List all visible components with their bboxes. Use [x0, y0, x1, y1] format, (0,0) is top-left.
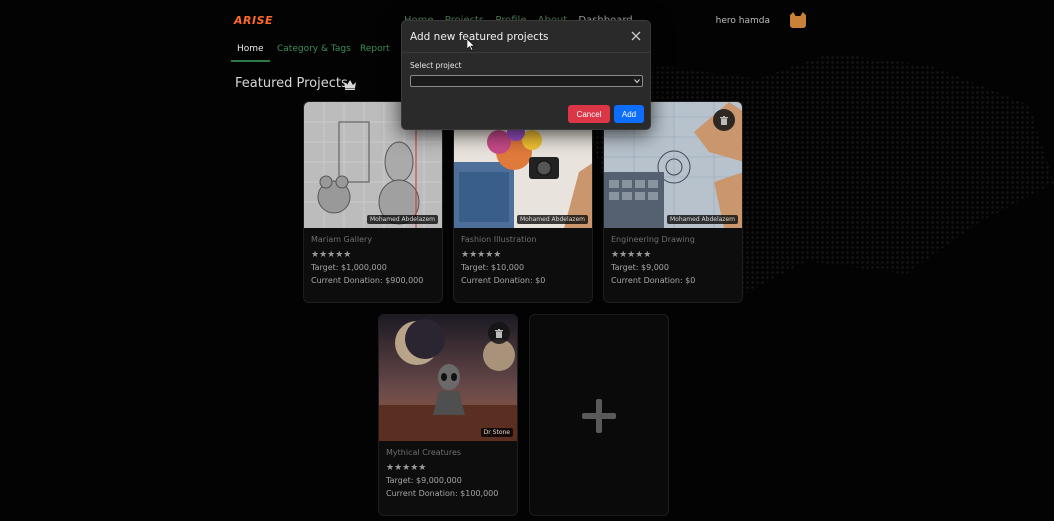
crown-icon [344, 80, 356, 90]
project-name: Engineering Drawing [611, 235, 695, 244]
project-target: Target: $10,000 [461, 263, 525, 272]
project-name: Fashion Illustration [461, 235, 537, 244]
project-target: Target: $1,000,000 [311, 263, 387, 272]
project-author: Mohamed Abdelazem [516, 215, 588, 224]
project-target: Target: $9,000 [611, 263, 669, 272]
project-author: Mohamed Abdelazem [666, 215, 738, 224]
project-donation: Current Donation: $100,000 [386, 489, 499, 498]
select-project-label: Select project [410, 61, 462, 70]
delete-button[interactable] [713, 109, 735, 131]
logo[interactable]: ARISE [234, 14, 273, 27]
avatar[interactable] [790, 12, 806, 28]
tab-report[interactable]: Report [360, 44, 390, 54]
add-button[interactable]: Add [614, 105, 644, 123]
cancel-button[interactable]: Cancel [568, 105, 610, 123]
plus-icon [582, 399, 616, 433]
project-name: Mythical Creatures [386, 448, 462, 457]
project-author: Mohamed Abdelazem [366, 215, 438, 224]
add-featured-modal: Add new featured projects Select project… [401, 20, 651, 130]
project-card-engineering-drawing[interactable]: Mohamed Abdelazem Engineering Drawing ★★… [603, 101, 743, 303]
project-card-fashion-illustration[interactable]: Mohamed Abdelazem Fashion Illustration ★… [453, 101, 593, 303]
page: ARISE Home Projects Profile About Dashbo… [0, 0, 1054, 521]
mouse-cursor-icon [467, 39, 475, 51]
project-card-mythical-creatures[interactable]: Dr Stone Mythical Creatures ★★★★★ Target… [378, 314, 518, 516]
rating-stars: ★★★★★ [311, 250, 352, 260]
rating-stars: ★★★★★ [386, 463, 427, 473]
rating-stars: ★★★★★ [461, 250, 502, 260]
rating-stars: ★★★★★ [611, 250, 652, 260]
project-author: Dr Stone [480, 428, 513, 437]
project-donation: Current Donation: $0 [611, 276, 696, 285]
user-name[interactable]: hero hamda [716, 16, 770, 26]
close-icon[interactable] [630, 30, 642, 42]
project-name: Mariam Gallery [311, 235, 373, 244]
delete-button[interactable] [488, 322, 510, 344]
project-target: Target: $9,000,000 [386, 476, 462, 485]
select-project-dropdown[interactable] [410, 75, 643, 87]
modal-title: Add new featured projects [410, 31, 549, 43]
trash-icon [720, 115, 728, 125]
section-title: Featured Projects [235, 76, 348, 91]
add-project-card[interactable] [529, 314, 669, 516]
project-donation: Current Donation: $900,000 [311, 276, 424, 285]
modal-header: Add new featured projects [402, 21, 650, 53]
tab-category-tags[interactable]: Category & Tags [277, 44, 351, 54]
trash-icon [495, 328, 503, 338]
tab-home[interactable]: Home [231, 44, 270, 62]
chevron-down-icon [634, 79, 640, 84]
project-card-mariam-gallery[interactable]: Mohamed Abdelazem Mariam Gallery ★★★★★ T… [303, 101, 443, 303]
project-donation: Current Donation: $0 [461, 276, 546, 285]
